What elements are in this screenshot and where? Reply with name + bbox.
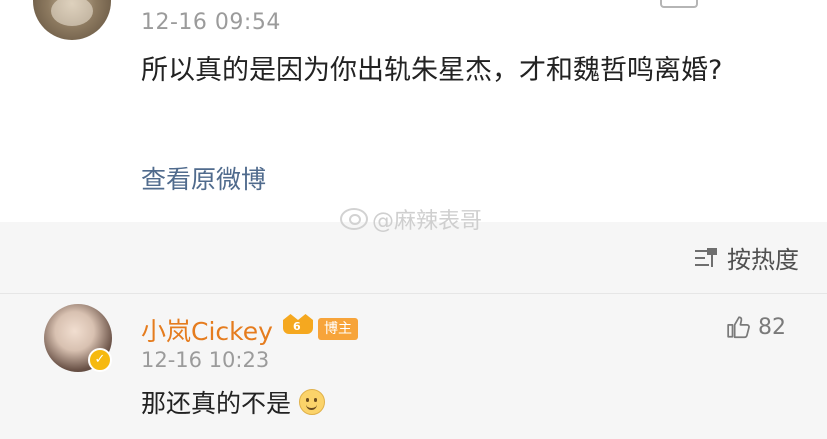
poster-avatar[interactable] (33, 0, 111, 40)
like-button[interactable]: 82 (726, 314, 786, 340)
comment-text: 那还真的不是 (141, 384, 326, 420)
blogger-badge: 博主 (318, 318, 358, 340)
view-original-link[interactable]: 查看原微博 (141, 160, 266, 196)
weibo-logo-icon (340, 208, 368, 230)
vip-crown-icon: 6 (283, 314, 313, 340)
post-card: 12-16 09:54 所以真的是因为你出轨朱星杰，才和魏哲鸣离婚? 查看原微博 (0, 0, 827, 222)
verified-badge-icon: ✓ (88, 348, 112, 372)
watermark-text: @麻辣表哥 (372, 209, 483, 234)
sort-icon (695, 247, 721, 269)
comment-text-content: 那还真的不是 (141, 389, 292, 418)
like-count: 82 (758, 314, 786, 340)
vip-level: 6 (293, 320, 301, 333)
commenter-username[interactable]: 小岚Cickey (141, 312, 273, 348)
sort-label: 按热度 (727, 246, 799, 274)
thumbs-up-icon (727, 316, 750, 339)
smile-emoji-icon (299, 389, 326, 415)
post-time: 12-16 09:54 (141, 10, 281, 35)
more-menu-icon[interactable] (660, 0, 698, 8)
divider (0, 293, 827, 294)
sort-by-hot-button[interactable]: 按热度 (695, 240, 799, 275)
watermark: @麻辣表哥 (340, 204, 482, 234)
comment-time: 12-16 10:23 (141, 348, 270, 372)
post-text: 所以真的是因为你出轨朱星杰，才和魏哲鸣离婚? (141, 55, 723, 86)
